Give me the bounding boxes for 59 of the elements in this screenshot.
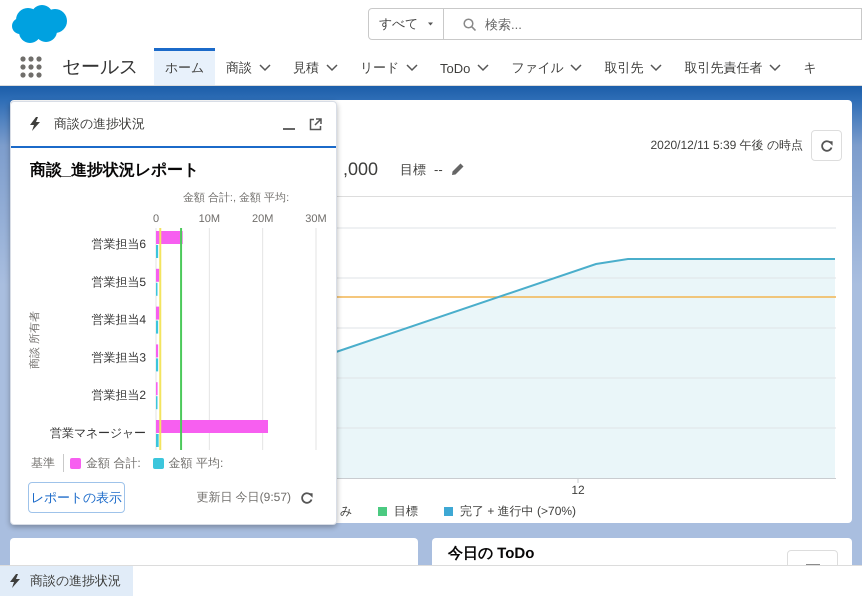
legend-label: 金額 合計: bbox=[86, 454, 141, 472]
nav-tab[interactable]: 取引先責任者 bbox=[673, 48, 792, 85]
nav-tab[interactable]: ホーム bbox=[154, 48, 215, 85]
chevron-down-icon[interactable] bbox=[570, 64, 582, 72]
axis-tick-label: 0 bbox=[152, 213, 160, 225]
legend-label: 目標 bbox=[394, 503, 418, 520]
app-name: セールス bbox=[62, 56, 138, 80]
nav-tab[interactable]: ファイル bbox=[500, 48, 594, 85]
nav-tab[interactable]: 商談 bbox=[215, 48, 282, 85]
refresh-icon bbox=[820, 138, 834, 152]
refresh-icon[interactable] bbox=[300, 490, 314, 504]
nav-tab[interactable]: リード bbox=[349, 48, 429, 85]
view-report-button[interactable]: レポートの表示 bbox=[28, 482, 125, 513]
legend-label: 金額 平均: bbox=[168, 454, 224, 472]
bolt-icon bbox=[30, 117, 40, 131]
category-label: 営業担当2 bbox=[91, 388, 146, 402]
utility-bar-item[interactable]: 商談の進捗状況 bbox=[0, 566, 133, 596]
search-scope-dropdown[interactable]: すべて bbox=[368, 8, 444, 40]
axis-tick-label: 10M bbox=[198, 213, 220, 225]
legend-label: 完了 + 進行中 (>70%) bbox=[460, 503, 576, 520]
updated-time: 更新日 今日(9:57) bbox=[196, 489, 291, 506]
category-label: 営業担当6 bbox=[91, 237, 146, 251]
amount-value: ,000 bbox=[343, 159, 378, 180]
chevron-down-icon[interactable] bbox=[650, 64, 662, 72]
goal-value: -- bbox=[434, 162, 443, 177]
bolt-icon bbox=[10, 574, 20, 588]
nav-tab[interactable]: ToDo bbox=[429, 48, 500, 85]
legend-label: み bbox=[340, 503, 352, 520]
axis-title: 商談 所有者 bbox=[29, 310, 41, 370]
chevron-down-icon[interactable] bbox=[259, 64, 271, 72]
category-label: 営業担当4 bbox=[91, 312, 146, 327]
nav-tab[interactable]: 見積 bbox=[282, 48, 349, 85]
category-label: 営業担当5 bbox=[91, 274, 146, 289]
caret-icon bbox=[428, 21, 433, 27]
report-title: 商談_進捗状況レポート bbox=[30, 160, 200, 180]
nav-tab[interactable]: キ bbox=[792, 48, 828, 85]
search-field[interactable]: 検索... bbox=[444, 8, 862, 40]
legend-label: 基準 bbox=[31, 454, 55, 472]
axis-tick-label: 30M bbox=[305, 213, 326, 225]
refresh-button[interactable] bbox=[811, 130, 842, 161]
chart-title: 金額 合計:, 金額 平均: bbox=[182, 192, 290, 204]
app-launcher-icon[interactable] bbox=[20, 56, 42, 78]
search-icon bbox=[463, 18, 476, 31]
cloud-logo[interactable] bbox=[12, 4, 68, 44]
goal-label: 目標 bbox=[400, 160, 426, 178]
pencil-icon[interactable] bbox=[450, 163, 464, 176]
category-label: 営業マネージャー bbox=[50, 426, 146, 440]
chevron-down-icon[interactable] bbox=[769, 64, 782, 72]
axis-tick-label: 12 bbox=[571, 483, 585, 497]
category-label: 営業担当3 bbox=[91, 350, 146, 364]
chevron-down-icon[interactable] bbox=[406, 64, 418, 72]
chevron-down-icon[interactable] bbox=[477, 64, 490, 72]
chevron-down-icon[interactable] bbox=[326, 64, 338, 72]
axis-tick-label: 20M bbox=[252, 213, 274, 225]
panel-title: 商談の進捗状況 bbox=[54, 115, 146, 133]
card-title: 今日の ToDo bbox=[448, 544, 534, 562]
nav-tab[interactable]: 取引先 bbox=[593, 48, 674, 85]
timestamp: 2020/12/11 5:39 午後 の時点 bbox=[650, 137, 803, 154]
popout-icon[interactable] bbox=[309, 118, 322, 130]
